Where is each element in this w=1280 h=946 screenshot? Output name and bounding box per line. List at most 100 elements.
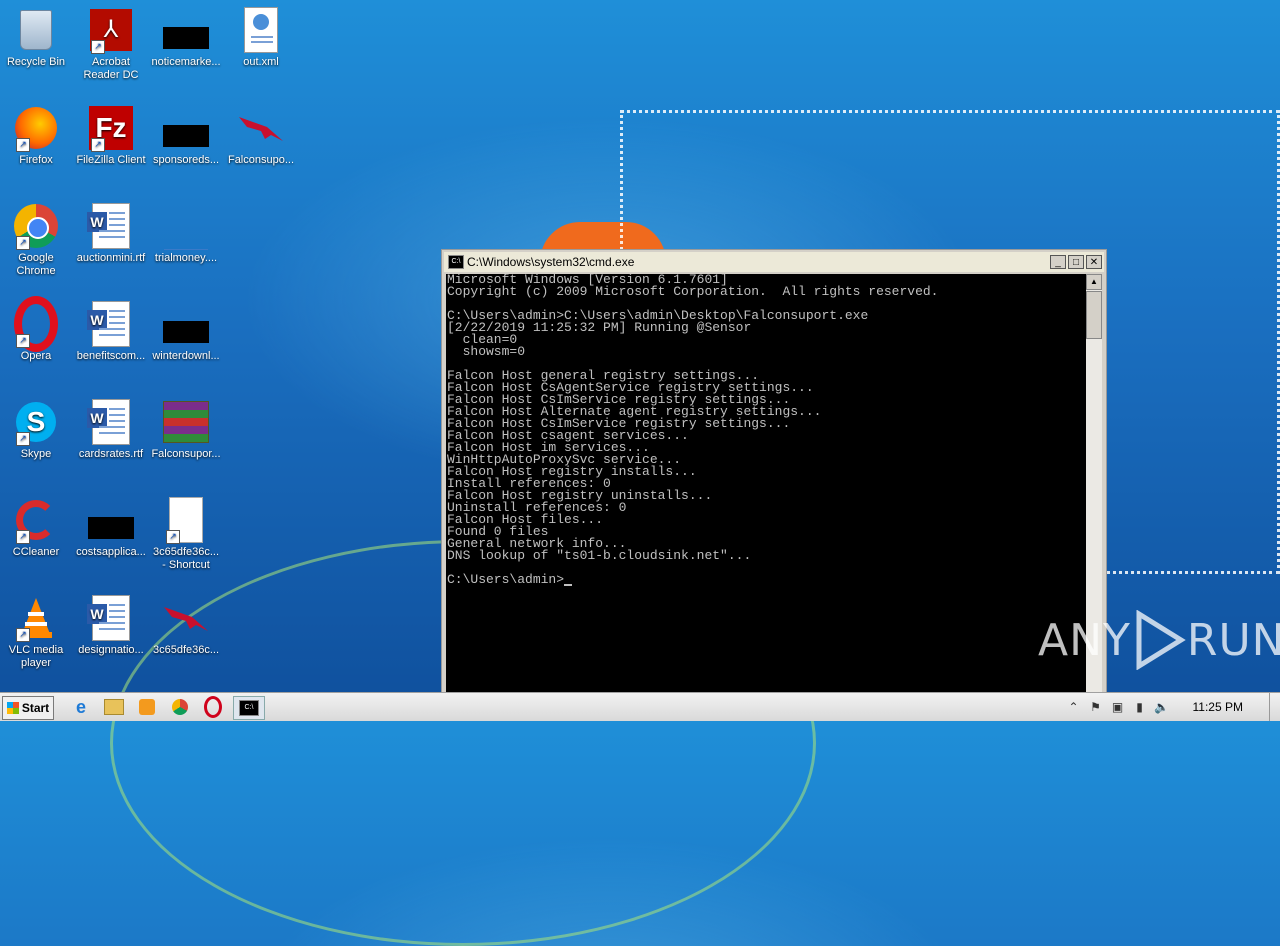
desktop-icon[interactable]: noticemarke... [148,6,224,69]
start-button[interactable]: Start [2,696,54,720]
desktop-icon[interactable]: costsapplica... [73,496,149,559]
action-center-flag-icon[interactable]: ⚑ [1088,700,1104,714]
xml-file-icon [237,6,285,54]
desktop-icon[interactable]: Recycle Bin [0,6,74,69]
desktop-icon[interactable]: ↗ Opera [0,296,74,363]
redacted-file-icon [87,496,135,544]
scroll-thumb[interactable] [1086,291,1102,339]
desktop-icon[interactable]: ↗ VLC media player [0,594,74,670]
desktop-icon-label: noticemarke... [151,56,221,68]
scroll-up-arrow-icon[interactable]: ▲ [1086,274,1102,290]
console-output[interactable]: Microsoft Windows [Version 6.1.7601] Cop… [446,274,1086,717]
word-doc-icon: W [87,594,135,642]
desktop-icon-label: VLC media player [8,644,64,669]
shortcut-arrow-icon: ↗ [16,432,30,446]
desktop-icon-label: trialmoney.... [154,252,218,264]
desktop-icon-label: sponsoreds... [152,154,220,166]
taskbar-chrome-button[interactable] [167,696,193,718]
desktop-icon-label: costsapplica... [76,546,146,558]
desktop-icon-label: Recycle Bin [6,56,66,68]
taskbar-opera-button[interactable] [200,696,226,718]
cmd-window[interactable]: C:\ C:\Windows\system32\cmd.exe _ □ ✕ Mi… [441,249,1107,720]
system-tray: ⌃ ⚑ ▣ ▮ 🔈 11:25 PM [1063,693,1280,721]
taskbar-explorer-button[interactable] [101,696,127,718]
watermark-play-icon [1136,610,1186,670]
desktop-icon[interactable]: out.xml [223,6,299,69]
volume-icon[interactable]: 🔈 [1154,700,1170,714]
desktop-icon-label: Google Chrome [16,252,56,277]
close-button[interactable]: ✕ [1086,255,1102,269]
winrar-icon [162,398,210,446]
network-icon[interactable]: ▣ [1110,700,1126,714]
redacted-file-icon [162,6,210,54]
taskbar-cmd-button[interactable]: C:\ [233,696,265,720]
desktop-icon-label: Acrobat Reader DC [83,56,139,81]
opera-icon [204,696,222,718]
falcon-bird-icon [237,104,285,152]
cmd-icon: C:\ [448,255,464,269]
desktop-icon-label: CCleaner [12,546,60,558]
shortcut-arrow-icon: ↗ [166,530,180,544]
desktop-icon-label: designnatio... [78,644,144,656]
desktop-icon[interactable]: Fz ↗ FileZilla Client [73,104,149,167]
shortcut-arrow-icon: ↗ [16,236,30,250]
cmd-icon: C:\ [239,700,259,716]
skype-icon: S ↗ [12,398,60,446]
cmd-title-bar[interactable]: C:\ C:\Windows\system32\cmd.exe _ □ ✕ [444,252,1104,272]
desktop-icon-label: Firefox [19,154,53,166]
word-doc-icon: W [87,398,135,446]
desktop-icon[interactable]: Wauctionmini.rtf [73,202,149,265]
desktop-icon-label: Falconsupor... [151,448,221,460]
desktop-icon-label: 3c65dfe36c... [152,644,220,656]
taskbar-ie-button[interactable]: e [68,696,94,718]
power-icon[interactable]: ▮ [1132,700,1148,714]
ie-icon: e [75,696,86,717]
taskbar-media-player-button[interactable] [134,696,160,718]
text-cursor [564,584,573,586]
desktop-icon[interactable]: Wdesignnatio... [73,594,149,657]
cmd-title: C:\Windows\system32\cmd.exe [467,255,635,269]
desktop-icon[interactable]: Wcardsrates.rtf [73,398,149,461]
desktop-icon[interactable]: ↗ Google Chrome [0,202,74,278]
start-label: Start [21,701,50,715]
word-doc-icon: W [87,300,135,348]
chrome-icon [172,699,188,715]
chrome-icon: ↗ [12,202,60,250]
desktop-icon[interactable]: sponsoreds... [148,104,224,167]
show-desktop-button[interactable] [1269,693,1280,721]
minimize-button[interactable]: _ [1050,255,1066,269]
falcon-bird-icon [162,594,210,642]
desktop-icon[interactable]: ↗ Firefox [0,104,74,167]
redacted-file-icon [162,300,210,348]
redacted-file-icon [162,104,210,152]
firefox-icon: ↗ [12,104,60,152]
desktop-icon[interactable]: Wbenefitscom... [73,300,149,363]
desktop-icon[interactable]: ↗ CCleaner [0,496,74,559]
desktop-icon[interactable]: ↗ 3c65dfe36c... - Shortcut [148,496,224,572]
desktop-icon[interactable]: winterdownl... [148,300,224,363]
desktop-icon[interactable]: trialmoney.... [148,202,224,265]
desktop-icon[interactable]: Falconsupo... [223,104,299,167]
opera-icon: ↗ [12,296,60,352]
desktop-icon-label: 3c65dfe36c... - Shortcut [152,546,220,571]
vlc-icon: ↗ [12,594,60,642]
windows-flag-icon [6,702,19,714]
shortcut-arrow-icon: ↗ [91,40,105,54]
word-doc-icon: W [87,202,135,250]
desktop-icon[interactable]: 3c65dfe36c... [148,594,224,657]
desktop-icon[interactable]: S ↗ Skype [0,398,74,461]
acrobat-reader-icon: ⅄ ↗ [87,6,135,54]
desktop-icon-label: Falconsupo... [227,154,295,166]
maximize-button[interactable]: □ [1068,255,1084,269]
shortcut-arrow-icon: ↗ [16,628,30,642]
shortcut-file-icon: ↗ [162,496,210,544]
show-hidden-icons-icon[interactable]: ⌃ [1066,700,1082,714]
console-text: Microsoft Windows [Version 6.1.7601] Cop… [447,274,939,587]
desktop-icon-label: auctionmini.rtf [76,252,146,264]
clock[interactable]: 11:25 PM [1193,700,1243,714]
desktop-icon-label: cardsrates.rtf [78,448,144,460]
anyrun-watermark: ANY RUN [1038,610,1280,670]
desktop-icon[interactable]: Falconsupor... [148,398,224,461]
filezilla-icon: Fz ↗ [87,104,135,152]
desktop-icon[interactable]: ⅄ ↗ Acrobat Reader DC [73,6,149,82]
